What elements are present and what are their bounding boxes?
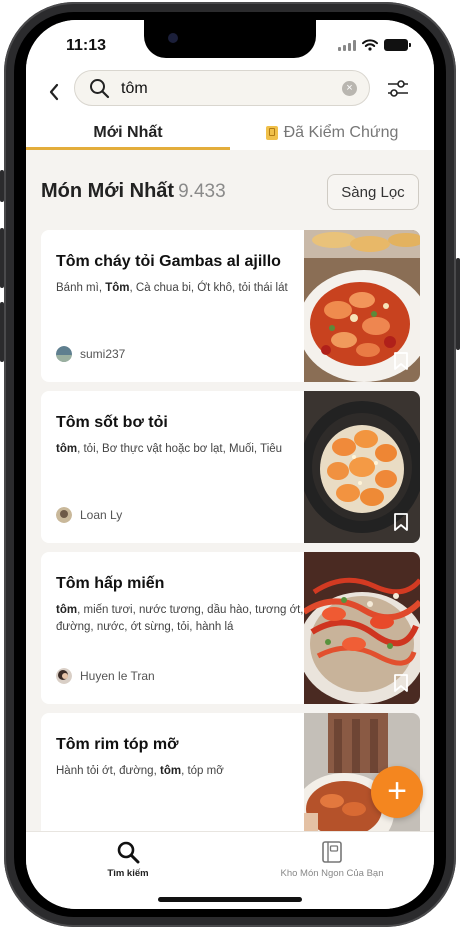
power-button xyxy=(456,258,460,350)
status-bar: 11:13 xyxy=(26,20,434,70)
author-name: Huyen le Tran xyxy=(80,669,155,683)
recipe-title: Tôm sốt bơ tỏi xyxy=(56,414,168,431)
recipe-ingredients: Hành tỏi ớt, đường, tôm, tóp mỡ xyxy=(56,765,224,777)
search-box[interactable]: × xyxy=(74,70,370,106)
section-title: Món Mới Nhất 9.433 xyxy=(41,180,226,203)
recipe-card[interactable]: Tôm hấp miến tôm, miến tươi, nước tương,… xyxy=(41,552,420,704)
volume-down-button xyxy=(0,302,4,362)
nav-item-search[interactable]: Tìm kiếm xyxy=(26,840,230,879)
tab-verified-label: Đã Kiểm Chứng xyxy=(283,124,399,141)
search-header: × Mới Nhất Đã Kiểm Chứng xyxy=(26,70,434,150)
filter-sliders-icon[interactable] xyxy=(386,77,410,101)
author-name: Loan Ly xyxy=(80,508,123,522)
recipe-title: Tôm rim tóp mỡ xyxy=(56,736,179,753)
signal-icon xyxy=(338,39,356,51)
nav-item-library[interactable]: Kho Món Ngon Của Bạn xyxy=(230,840,434,879)
recipe-author[interactable]: Loan Ly xyxy=(56,507,122,523)
recipe-author[interactable]: Huyen le Tran xyxy=(56,668,155,684)
bookmark-icon[interactable] xyxy=(393,673,409,693)
app-screen: 11:13 × xyxy=(26,20,434,909)
recipe-ingredients: tôm, miến tươi, nước tương, dầu hào, tươ… xyxy=(56,604,304,633)
wifi-icon xyxy=(362,39,378,51)
verified-badge-icon xyxy=(265,126,278,140)
tab-newest[interactable]: Mới Nhất xyxy=(26,116,230,150)
recipe-card[interactable]: Tôm cháy tỏi Gambas al ajillo Bánh mì, T… xyxy=(41,230,420,382)
recipe-card-text: Tôm hấp miến tôm, miến tươi, nước tương,… xyxy=(56,574,304,636)
author-name: sumi237 xyxy=(80,347,126,361)
home-indicator xyxy=(158,897,302,902)
recipe-photo[interactable] xyxy=(304,552,420,704)
back-button[interactable] xyxy=(40,78,68,106)
recipe-title: Tôm hấp miến xyxy=(56,575,165,592)
status-icons xyxy=(338,39,411,51)
bookmark-icon[interactable] xyxy=(393,351,409,371)
search-icon xyxy=(117,841,140,864)
recipe-ingredients: Bánh mì, Tôm, Cà chua bi, Ớt khô, tỏi th… xyxy=(56,282,288,294)
nav-label-library: Kho Món Ngon Của Bạn xyxy=(280,868,384,879)
tab-newest-label: Mới Nhất xyxy=(93,124,163,141)
recipe-author[interactable]: sumi237 xyxy=(56,346,125,362)
bottom-nav: Tìm kiếm Kho Món Ngon Của Bạn xyxy=(26,831,434,909)
section-title-text: Món Mới Nhất xyxy=(41,180,175,202)
recipe-title: Tôm cháy tỏi Gambas al ajillo xyxy=(56,253,281,270)
bookmark-icon[interactable] xyxy=(393,512,409,532)
recipe-card-text: Tôm sốt bơ tỏi tôm, tỏi, Bơ thực vật hoặ… xyxy=(56,413,304,458)
add-recipe-fab-button[interactable]: + xyxy=(371,766,423,818)
dynamic-notch xyxy=(144,20,316,58)
status-time: 11:13 xyxy=(66,37,107,54)
recipe-photo[interactable] xyxy=(304,391,420,543)
recipe-card-text: Tôm cháy tỏi Gambas al ajillo Bánh mì, T… xyxy=(56,252,304,297)
author-avatar xyxy=(56,507,72,523)
tab-verified[interactable]: Đã Kiểm Chứng xyxy=(230,116,434,150)
battery-icon xyxy=(384,39,411,51)
clear-search-icon[interactable]: × xyxy=(342,81,357,96)
camera-icon xyxy=(168,33,178,43)
recipe-card-text: Tôm rim tóp mỡ Hành tỏi ớt, đường, tôm, … xyxy=(56,735,304,780)
recipe-book-icon xyxy=(322,841,342,863)
volume-up-button xyxy=(0,228,4,288)
author-avatar xyxy=(56,668,72,684)
recipe-photo[interactable] xyxy=(304,230,420,382)
recipe-card[interactable]: Tôm sốt bơ tỏi tôm, tỏi, Bơ thực vật hoặ… xyxy=(41,391,420,543)
search-icon xyxy=(90,79,110,99)
recipe-count: 9.433 xyxy=(178,181,226,202)
filter-button[interactable]: Sàng Lọc xyxy=(327,174,419,210)
author-avatar xyxy=(56,346,72,362)
recipe-ingredients: tôm, tỏi, Bơ thực vật hoặc bơ lạt, Muối,… xyxy=(56,443,283,455)
active-tab-indicator xyxy=(26,147,230,150)
chevron-left-icon xyxy=(49,83,59,101)
search-input[interactable] xyxy=(119,77,323,101)
tab-bar: Mới Nhất Đã Kiểm Chứng xyxy=(26,116,434,150)
nav-label-search: Tìm kiếm xyxy=(107,868,149,879)
mute-switch xyxy=(0,170,4,202)
